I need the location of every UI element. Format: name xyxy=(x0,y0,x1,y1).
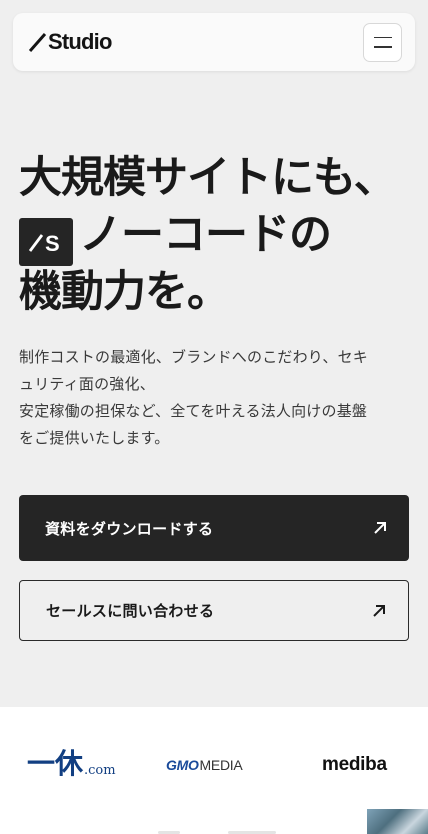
client-logo-row: 一休 .com GMOMEDIA mediba xyxy=(0,748,428,782)
hero-title-line-2: S ノーコードの xyxy=(19,207,419,266)
arrow-up-right-icon xyxy=(374,522,386,534)
description-line-1: 制作コストの最適化、ブランドへのこだわり、セキ xyxy=(19,348,369,366)
hero-title-line-2-text: ノーコードの xyxy=(79,210,332,260)
gmo-logo-media: MEDIA xyxy=(199,757,243,773)
client-logos-section: 一休 .com GMOMEDIA mediba xyxy=(0,707,428,834)
description-line-4: をご提供いたします。 xyxy=(19,429,170,447)
svg-text:S: S xyxy=(45,231,59,255)
hero-description: 制作コストの最適化、ブランドへのこだわり、セキ ュリティ面の強化、 安定稼働の担… xyxy=(19,344,414,452)
hero-title-line-3: 機動力を。 xyxy=(19,267,230,317)
site-header: Studio xyxy=(13,13,415,71)
logo-text: Studio xyxy=(48,29,112,54)
mediba-logo: mediba xyxy=(322,754,387,775)
contact-button-label: セールスに問い合わせる xyxy=(46,602,215,620)
gmo-media-logo: GMOMEDIA xyxy=(166,757,243,774)
ikyu-logo-kanji: 一休 xyxy=(27,747,84,780)
slash-logo-icon xyxy=(29,33,47,52)
description-line-2: ュリティ面の強化、 xyxy=(19,375,155,393)
gmo-logo-bold: GMO xyxy=(166,757,199,773)
download-button-label: 資料をダウンロードする xyxy=(45,519,214,538)
ikyu-logo-suffix: .com xyxy=(84,763,116,778)
thumbnail-image xyxy=(367,809,428,834)
arrow-up-right-icon xyxy=(373,604,385,617)
menu-button[interactable] xyxy=(363,22,402,62)
download-document-button[interactable]: 資料をダウンロードする xyxy=(19,495,409,561)
studio-s-badge-icon: S xyxy=(19,218,73,266)
ikyu-logo: 一休 .com xyxy=(27,747,116,780)
contact-sales-button[interactable]: セールスに問い合わせる xyxy=(19,580,409,641)
studio-logo[interactable]: Studio xyxy=(29,29,112,55)
hamburger-menu-line xyxy=(373,46,392,48)
hero-title: 大規模サイトにも、 S ノーコードの 機動力を。 xyxy=(19,150,419,321)
hero-title-line-1: 大規模サイトにも、 xyxy=(19,153,397,203)
description-line-3: 安定稼働の担保など、全てを叶える法人向けの基盤 xyxy=(19,402,368,420)
hamburger-menu-icon xyxy=(373,36,392,38)
